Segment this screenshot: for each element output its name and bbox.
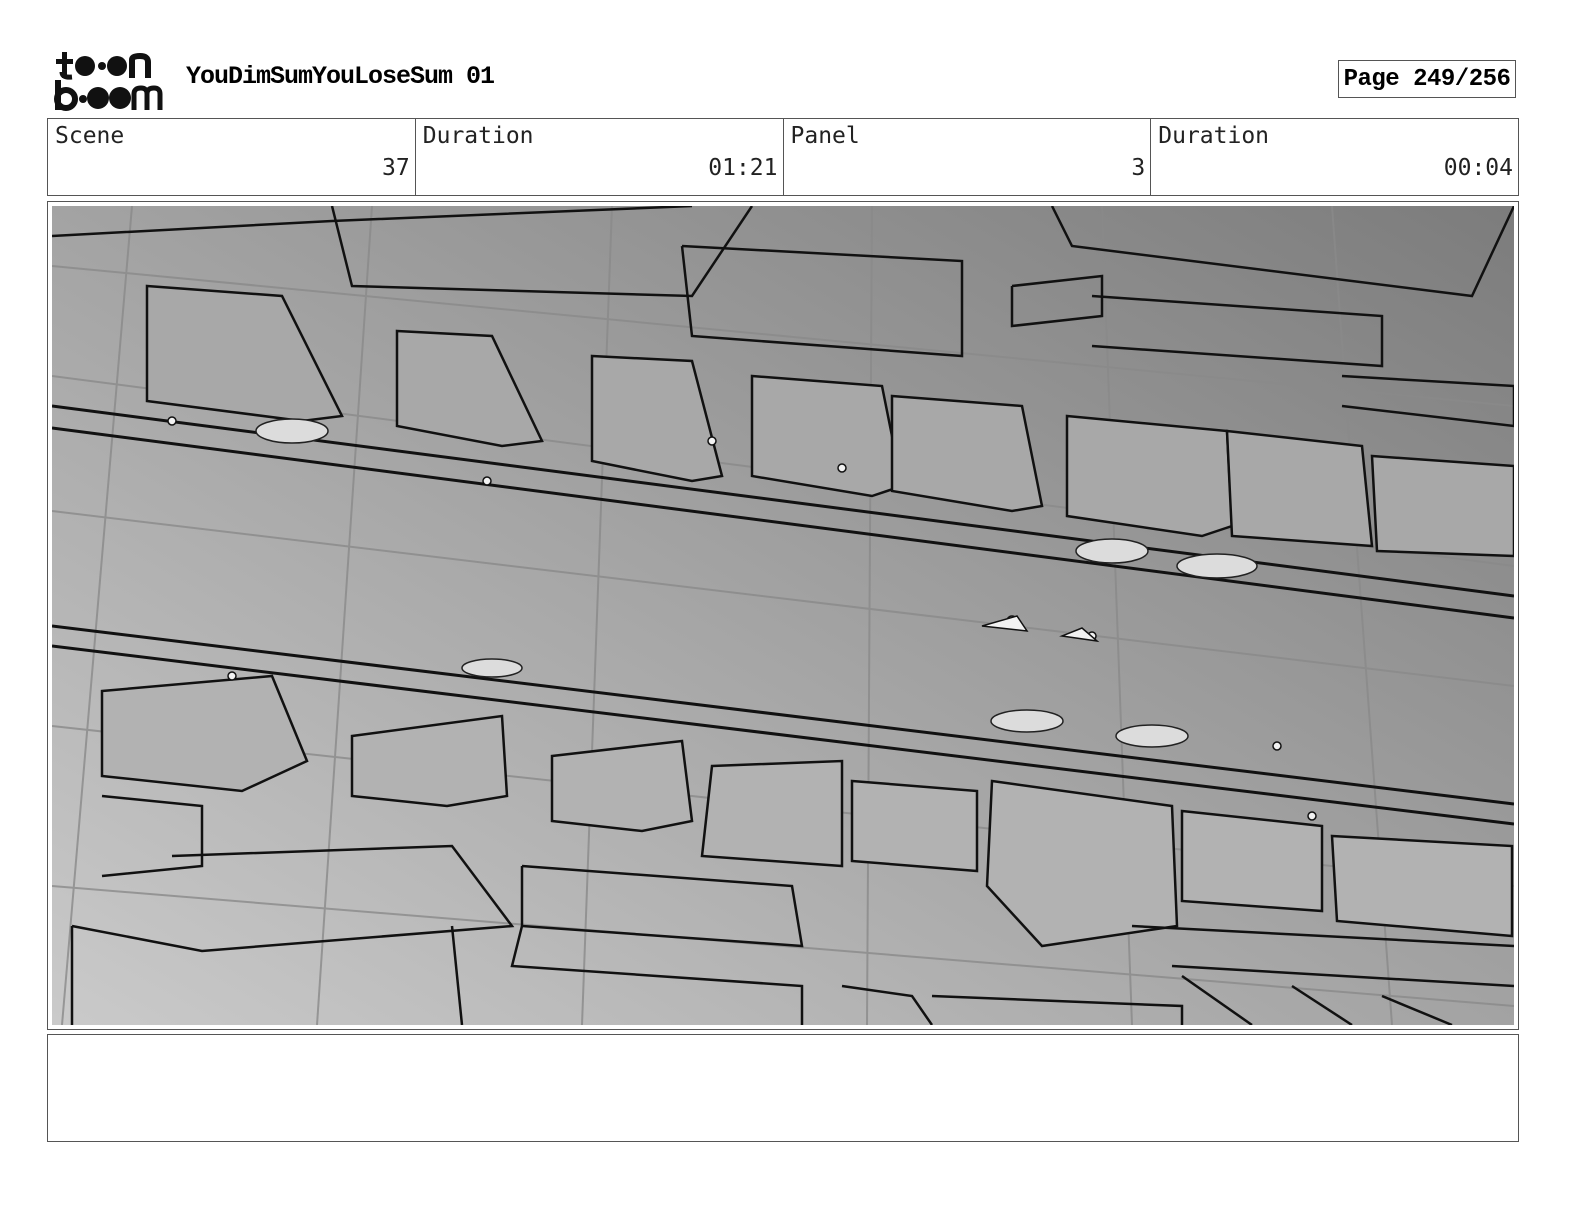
panel-value: 3 [1131, 155, 1146, 181]
panel-cell: Panel 3 [784, 119, 1152, 195]
panel-duration-cell: Duration 00:04 [1151, 119, 1518, 195]
panel-duration-label: Duration [1158, 123, 1270, 149]
scene-cell: Scene 37 [48, 119, 416, 195]
scene-label: Scene [55, 123, 125, 149]
scene-duration-value: 01:21 [708, 155, 778, 181]
storyboard-panel [47, 201, 1519, 1030]
panel-info-row: Scene 37 Duration 01:21 Panel 3 Duration… [47, 118, 1519, 196]
scene-duration-label: Duration [422, 123, 534, 149]
storyboard-sketch-image [52, 206, 1514, 1025]
scene-value: 37 [382, 155, 410, 181]
toonboom-logo-icon [52, 50, 164, 112]
page-indicator: Page 249/256 [1338, 60, 1516, 98]
scene-duration-cell: Duration 01:21 [416, 119, 784, 195]
panel-notes-box [47, 1034, 1519, 1142]
document-title: YouDimSumYouLoseSum 01 [186, 62, 495, 91]
panel-label: Panel [790, 123, 860, 149]
panel-duration-value: 00:04 [1443, 155, 1513, 181]
